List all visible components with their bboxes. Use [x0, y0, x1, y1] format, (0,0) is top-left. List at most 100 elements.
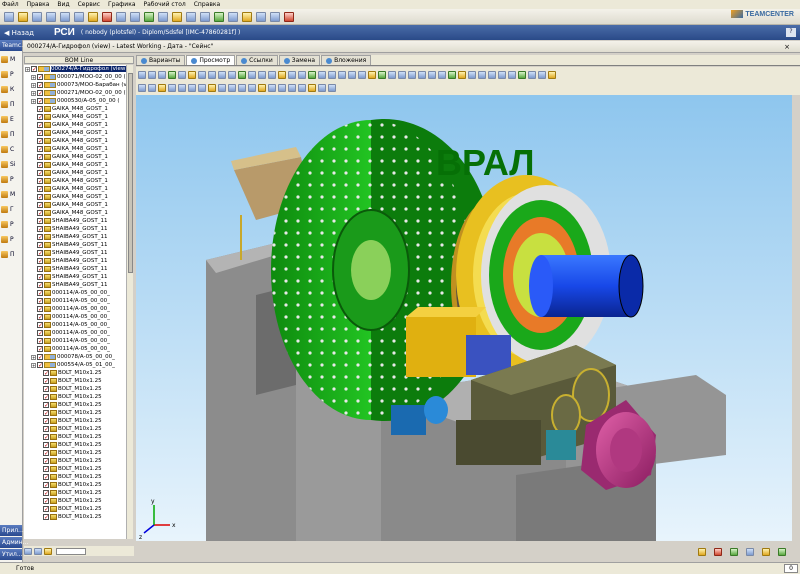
tree-row[interactable]: ✓ BOLT_M10x1.25: [24, 369, 102, 377]
visibility-checkbox[interactable]: ✓: [43, 498, 49, 505]
tree-row[interactable]: ✓ BOLT_M10x1.25: [24, 417, 102, 425]
capture-icon[interactable]: [338, 70, 346, 79]
visibility-checkbox[interactable]: ✓: [37, 242, 43, 249]
visibility-checkbox[interactable]: ✓: [43, 450, 49, 457]
copy-icon[interactable]: [74, 11, 84, 22]
sidebar-item[interactable]: М: [1, 189, 22, 200]
sidebar-item[interactable]: Р: [1, 219, 22, 230]
expand-toggle-icon[interactable]: +: [31, 90, 36, 96]
visibility-checkbox[interactable]: ✓: [43, 506, 49, 513]
tree-row[interactable]: ✓ BOLT_M10x1.25: [24, 489, 102, 497]
visibility-checkbox[interactable]: ✓: [37, 130, 43, 137]
visibility-checkbox[interactable]: ✓: [37, 258, 43, 265]
plus-icon[interactable]: [778, 548, 786, 556]
pan-icon[interactable]: [148, 70, 156, 79]
sidebar-item[interactable]: К: [1, 84, 22, 95]
visibility-checkbox[interactable]: ✓: [43, 490, 49, 497]
tree-row[interactable]: + ✓ 000274/А-Гидрофол (view): [24, 65, 126, 73]
select-icon[interactable]: [178, 70, 186, 79]
tree-row[interactable]: ✓ 000114/А-05_00_00_: [24, 321, 110, 329]
tree-row[interactable]: ✓ SHAIBA49_GOST_11: [24, 265, 108, 273]
visibility-checkbox[interactable]: ✓: [37, 298, 43, 305]
sidebar-item[interactable]: Г: [1, 204, 22, 215]
arrow-icon[interactable]: [488, 70, 496, 79]
tree-row[interactable]: ✓ SHAIBA49_GOST_11: [24, 273, 108, 281]
tree-row[interactable]: ✓ GAIKA_M48_GOST_1: [24, 129, 108, 137]
tree-row[interactable]: + ✓ 000554/А-05_01_00_: [24, 361, 115, 369]
tree-row[interactable]: ✓ BOLT_M10x1.25: [24, 393, 102, 401]
visibility-checkbox[interactable]: ✓: [37, 218, 43, 225]
sidebar-item[interactable]: М: [1, 54, 22, 65]
tree-row[interactable]: ✓ BOLT_M10x1.25: [24, 481, 102, 489]
axes-icon[interactable]: [388, 70, 396, 79]
tree-row[interactable]: ✓ BOLT_M10x1.25: [24, 385, 102, 393]
visibility-checkbox[interactable]: ✓: [37, 98, 43, 105]
visibility-checkbox[interactable]: ✓: [37, 338, 43, 345]
visibility-checkbox[interactable]: ✓: [37, 106, 43, 113]
reset-icon[interactable]: [328, 83, 336, 92]
tree-row[interactable]: ✓ SHAIBA49_GOST_11: [24, 225, 108, 233]
visibility-checkbox[interactable]: ✓: [37, 322, 43, 329]
visibility-checkbox[interactable]: ✓: [37, 346, 43, 353]
tree-row[interactable]: ✓ BOLT_M10x1.25: [24, 401, 102, 409]
tree-row[interactable]: ✓ BOLT_M10x1.25: [24, 465, 102, 473]
move-down-icon[interactable]: [248, 83, 256, 92]
expand-toggle-icon[interactable]: +: [31, 354, 36, 360]
viewer-tab[interactable]: Замена: [278, 55, 321, 65]
visibility-checkbox[interactable]: ✓: [37, 146, 43, 153]
visibility-checkbox[interactable]: ✓: [37, 186, 43, 193]
x-axis-icon[interactable]: [298, 83, 306, 92]
sun-icon[interactable]: [438, 70, 446, 79]
visibility-checkbox[interactable]: ✓: [37, 114, 43, 121]
refresh-icon[interactable]: [144, 11, 154, 22]
tree-row[interactable]: ✓ GAIKA_M48_GOST_1: [24, 121, 108, 129]
view-icon[interactable]: [256, 11, 266, 22]
tree-row[interactable]: ✓ 000114/А-05_00_00_: [24, 337, 110, 345]
visibility-checkbox[interactable]: ✓: [37, 314, 43, 321]
tree-row[interactable]: ✓ GAIKA_M48_GOST_1: [24, 209, 108, 217]
tree-row[interactable]: ✓ GAIKA_M48_GOST_1: [24, 145, 108, 153]
visibility-checkbox[interactable]: ✓: [43, 482, 49, 489]
tree-icon[interactable]: [218, 83, 226, 92]
visibility-checkbox[interactable]: ✓: [43, 418, 49, 425]
tree-row[interactable]: ✓ GAIKA_M48_GOST_1: [24, 137, 108, 145]
note-icon[interactable]: [408, 70, 416, 79]
view-top-icon[interactable]: [278, 70, 286, 79]
note-icon[interactable]: [762, 548, 770, 556]
search-icon[interactable]: [130, 11, 140, 22]
move-up-icon[interactable]: [238, 83, 246, 92]
hidden-line-icon[interactable]: [208, 70, 216, 79]
tree-row[interactable]: ✓ SHAIBA49_GOST_11: [24, 281, 108, 289]
visibility-checkbox[interactable]: ✓: [43, 386, 49, 393]
fit-icon[interactable]: [168, 70, 176, 79]
sidebar-item[interactable]: Si: [1, 159, 22, 170]
tree-row[interactable]: ✓ BOLT_M10x1.25: [24, 425, 102, 433]
view-iso-icon[interactable]: [288, 70, 296, 79]
save-icon[interactable]: [32, 11, 42, 22]
rotate-cw-icon[interactable]: [278, 83, 286, 92]
tree-row[interactable]: ✓ SHAIBA49_GOST_11: [24, 249, 108, 257]
viewer-tab[interactable]: Просмотр: [186, 55, 236, 65]
tree-row[interactable]: + ✓ 000271/МОО-02_00_00 (: [24, 89, 126, 97]
star-icon[interactable]: [528, 70, 536, 79]
settings-icon[interactable]: [368, 70, 376, 79]
tree-row[interactable]: ✓ GAIKA_M48_GOST_1: [24, 177, 108, 185]
filter-icon[interactable]: [270, 11, 280, 22]
tree-row[interactable]: ✓ GAIKA_M48_GOST_1: [24, 153, 108, 161]
checkin-icon[interactable]: [172, 11, 182, 22]
visibility-checkbox[interactable]: ✓: [37, 362, 43, 369]
square-icon[interactable]: [518, 70, 526, 79]
move-left-icon[interactable]: [258, 83, 266, 92]
tree-row[interactable]: ✓ BOLT_M10x1.25: [24, 473, 102, 481]
rotate-icon[interactable]: [158, 70, 166, 79]
tree-row[interactable]: ✓ BOLT_M10x1.25: [24, 377, 102, 385]
expand-toggle-icon[interactable]: +: [31, 74, 36, 80]
tree-row[interactable]: ✓ BOLT_M10x1.25: [24, 449, 102, 457]
z-axis-icon[interactable]: [318, 83, 326, 92]
visibility-checkbox[interactable]: ✓: [37, 266, 43, 273]
delete-icon[interactable]: [102, 11, 112, 22]
collapse-icon[interactable]: [34, 547, 42, 555]
sidebar-item[interactable]: Р: [1, 234, 22, 245]
line-icon[interactable]: [478, 70, 486, 79]
properties-icon[interactable]: [116, 11, 126, 22]
